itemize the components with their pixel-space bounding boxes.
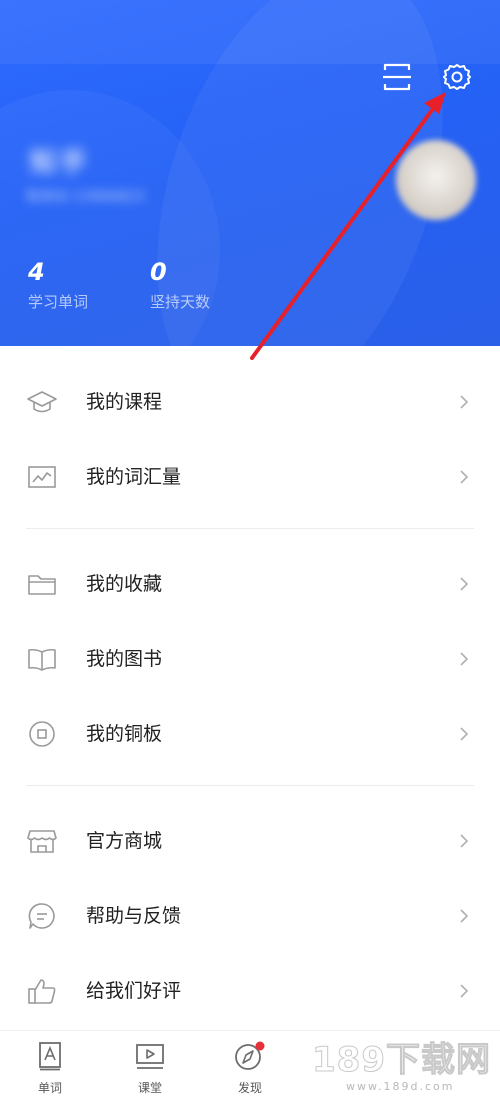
scan-icon[interactable] (382, 62, 412, 92)
menu-item-help-feedback[interactable]: 帮助与反馈 (0, 878, 500, 953)
stat-label: 学习单词 (28, 293, 89, 311)
chevron-right-icon (458, 575, 470, 593)
menu-item-label: 给我们好评 (86, 980, 182, 1002)
video-icon (136, 1044, 164, 1069)
menu-item-label: 帮助与反馈 (86, 905, 182, 927)
menu-item-label: 官方商城 (86, 830, 163, 852)
menu-item-my-books[interactable]: 我的图书 (0, 621, 500, 696)
chat-bubble-icon (26, 902, 58, 930)
tab-label: 单词 (37, 1081, 62, 1095)
chart-icon (26, 463, 58, 491)
watermark-url: www.189d.com (346, 1080, 455, 1093)
book-icon (26, 645, 58, 673)
menu-item-label: 我的课程 (86, 391, 163, 413)
word-card-icon (39, 1042, 61, 1071)
graduation-cap-icon (26, 388, 58, 416)
menu-item-my-coins[interactable]: 我的铜板 (0, 696, 500, 771)
avatar[interactable] (396, 140, 476, 220)
stat-value: 4 (28, 258, 45, 286)
tab-classroom[interactable]: 课堂 (120, 1041, 180, 1096)
menu-item-my-courses[interactable]: 我的课程 (0, 364, 500, 439)
username[interactable]: 知乎 (30, 142, 100, 178)
tab-words[interactable]: 单词 (20, 1041, 80, 1096)
chevron-right-icon (458, 468, 470, 486)
menu-item-my-vocabulary[interactable]: 我的词汇量 (0, 439, 500, 514)
notification-badge (255, 1041, 265, 1051)
site-watermark: 189下载网 www.189d.com (312, 1040, 492, 1100)
tab-label: 发现 (237, 1081, 262, 1095)
compass-icon (235, 1041, 265, 1070)
stat-learned-words[interactable]: 4 学习单词 (28, 258, 88, 312)
tab-discover[interactable]: 发现 (220, 1041, 280, 1096)
user-id: 知米ID 13966823 (26, 189, 145, 205)
menu-item-official-store[interactable]: 官方商城 (0, 803, 500, 878)
stat-value: 0 (150, 258, 167, 286)
chevron-right-icon (458, 907, 470, 925)
chevron-right-icon (458, 725, 470, 743)
chevron-right-icon (458, 650, 470, 668)
menu-item-label: 我的铜板 (86, 723, 163, 745)
profile-header: 知乎 知米ID 13966823 4 学习单词 0 坚持天数 (0, 0, 500, 346)
chevron-right-icon (458, 832, 470, 850)
stat-label: 坚持天数 (150, 293, 211, 311)
chevron-right-icon (458, 393, 470, 411)
chevron-right-icon (458, 982, 470, 1000)
thumbs-up-icon (26, 977, 58, 1005)
menu-list: 我的课程 我的词汇量 我的收藏 我的图书 我的铜板 官方商城 帮助与反馈 给我们… (0, 346, 500, 1028)
gear-icon[interactable] (442, 62, 472, 92)
shop-icon (26, 827, 58, 855)
watermark-text: 189下载网 (312, 1040, 491, 1081)
tab-label: 课堂 (137, 1081, 162, 1095)
menu-item-my-favorites[interactable]: 我的收藏 (0, 546, 500, 621)
folder-icon (26, 570, 58, 598)
menu-item-label: 我的收藏 (86, 573, 163, 595)
coin-icon (26, 720, 58, 748)
menu-item-label: 我的图书 (86, 648, 163, 670)
menu-item-label: 我的词汇量 (86, 466, 182, 488)
stat-streak-days[interactable]: 0 坚持天数 (150, 258, 210, 312)
menu-item-rate-us[interactable]: 给我们好评 (0, 953, 500, 1028)
